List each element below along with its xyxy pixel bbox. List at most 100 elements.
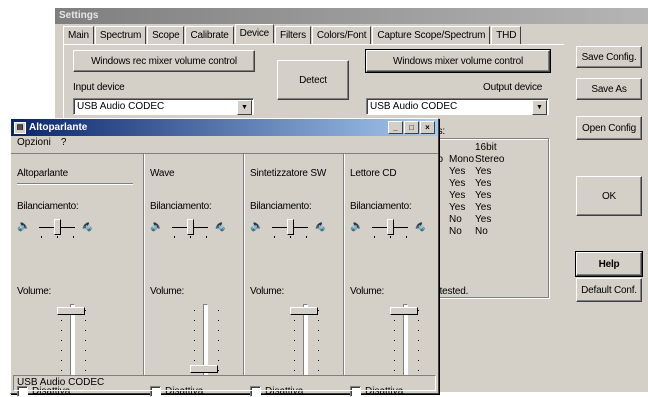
volume-slider[interactable]	[190, 304, 224, 376]
chevron-down-icon[interactable]: ▼	[532, 100, 547, 115]
volume-slider[interactable]	[390, 304, 424, 376]
volume-tick	[318, 320, 319, 321]
tab-spectrum[interactable]: Spectrum	[94, 26, 147, 44]
tab-colors-font[interactable]: Colors/Font	[311, 26, 372, 44]
volume-tick	[418, 330, 419, 331]
tab-main[interactable]: Main	[63, 26, 94, 44]
balance-tick	[306, 236, 307, 238]
volume-tick	[85, 350, 86, 351]
volume-tick	[318, 330, 319, 331]
balance-slider[interactable]: 🔈 🔈	[150, 216, 232, 242]
save-config-button[interactable]: Save Config.	[576, 46, 642, 68]
speaker-left-icon: 🔈	[150, 220, 164, 232]
mixer-button[interactable]: Windows mixer volume control	[365, 49, 551, 73]
output-device-select[interactable]: USB Audio CODEC ▼	[366, 98, 549, 115]
volume-tick	[61, 370, 62, 371]
balance-thumb[interactable]	[287, 219, 294, 235]
channel-sintetizzatore: Sintetizzatore SW Bilanciamento: 🔈 🔈 Volu…	[243, 154, 344, 397]
input-device-value: USB Audio CODEC	[77, 101, 165, 112]
volume-thumb[interactable]	[390, 307, 418, 316]
volume-tick	[394, 370, 395, 371]
volume-tick	[61, 360, 62, 361]
settings-tabs: Main Spectrum Scope Calibrate Device Fil…	[63, 24, 522, 44]
volume-slider[interactable]	[57, 304, 91, 376]
volume-tick	[394, 360, 395, 361]
ok-button[interactable]: OK	[576, 176, 642, 216]
balance-slider[interactable]: 🔈 🔈	[250, 216, 332, 242]
maximize-icon[interactable]: □	[404, 121, 419, 134]
balance-thumb[interactable]	[387, 219, 394, 235]
volume-tick	[194, 340, 195, 341]
detect-button[interactable]: Detect	[277, 60, 349, 100]
open-config-button[interactable]: Open Config	[576, 116, 642, 140]
table-cell: Yes	[449, 166, 466, 177]
volume-thumb[interactable]	[290, 307, 318, 316]
balance-tick	[406, 236, 407, 238]
mixer-titlebar[interactable]: ▤ Altoparlante _ □ ×	[11, 119, 438, 136]
menu-opzioni[interactable]: Opzioni	[17, 136, 51, 150]
balance-label: Bilanciamento:	[350, 201, 412, 212]
tab-calibrate[interactable]: Calibrate	[185, 26, 234, 44]
input-device-select[interactable]: USB Audio CODEC ▼	[73, 98, 254, 115]
volume-label: Volume:	[350, 286, 385, 297]
volume-tick	[294, 330, 295, 331]
mixer-statusbar: USB Audio CODEC	[13, 375, 436, 391]
input-device-label: Input device	[73, 82, 125, 93]
table-cell: Yes	[475, 214, 492, 225]
volume-tick	[85, 340, 86, 341]
volume-tick	[194, 320, 195, 321]
volume-tick	[61, 350, 62, 351]
output-device-label: Output device	[483, 82, 543, 93]
volume-tick	[194, 350, 195, 351]
volume-label: Volume:	[150, 286, 185, 297]
save-as-button[interactable]: Save As	[576, 78, 642, 100]
table-cell: Yes	[449, 202, 466, 213]
help-button[interactable]: Help	[575, 251, 643, 277]
table-cell: Yes	[475, 190, 492, 201]
volume-tick	[294, 320, 295, 321]
col-header-stereo: Stereo	[475, 154, 505, 165]
table-cell: Yes	[449, 190, 466, 201]
tab-capture[interactable]: Capture Scope/Spectrum	[372, 26, 491, 44]
output-device-value: USB Audio CODEC	[370, 101, 458, 112]
volume-tick	[294, 360, 295, 361]
tab-filters[interactable]: Filters	[275, 26, 311, 44]
volume-tick	[394, 350, 395, 351]
volume-tick	[194, 330, 195, 331]
volume-tick	[85, 330, 86, 331]
minimize-icon[interactable]: _	[388, 121, 403, 134]
volume-thumb[interactable]	[57, 307, 85, 316]
volume-tick	[85, 360, 86, 361]
channel-name: Wave	[150, 168, 175, 179]
volume-tick	[218, 320, 219, 321]
table-cell: Yes	[475, 178, 492, 189]
channel-divider	[17, 183, 133, 185]
capabilities-table: 16bit eo Mono Stereo sYesYes sYesYes sYe…	[432, 142, 505, 238]
balance-thumb[interactable]	[54, 219, 61, 235]
table-cell: No	[475, 226, 488, 237]
channel-altoparlante: Altoparlante Bilanciamento: 🔈 🔈 Volume: D…	[11, 154, 141, 397]
balance-slider[interactable]: 🔈 🔈	[17, 216, 99, 242]
balance-slider[interactable]: 🔈 🔈	[350, 216, 432, 242]
table-row: oNoNo	[432, 226, 502, 238]
default-conf-button[interactable]: Default Conf.	[576, 278, 642, 302]
mixer-title: Altoparlante	[29, 122, 88, 133]
volume-tick	[418, 350, 419, 351]
rec-mixer-button[interactable]: Windows rec mixer volume control	[73, 50, 255, 72]
tab-thd[interactable]: THD	[491, 26, 522, 44]
volume-slider[interactable]	[290, 304, 324, 376]
tab-device[interactable]: Device	[234, 24, 275, 43]
balance-thumb[interactable]	[187, 219, 194, 235]
tab-scope[interactable]: Scope	[147, 26, 185, 44]
balance-tick	[390, 236, 391, 238]
volume-tick	[218, 340, 219, 341]
volume-tick	[61, 330, 62, 331]
tested-text: l tested.	[435, 286, 469, 297]
mixer-window: ▤ Altoparlante _ □ × Opzioni ? Altoparla…	[10, 118, 439, 397]
close-icon[interactable]: ×	[420, 121, 435, 134]
table-row: sYesYes	[432, 166, 502, 178]
balance-label: Bilanciamento:	[250, 201, 312, 212]
volume-thumb[interactable]	[190, 364, 218, 373]
menu-help[interactable]: ?	[61, 136, 67, 150]
chevron-down-icon[interactable]: ▼	[237, 100, 252, 115]
